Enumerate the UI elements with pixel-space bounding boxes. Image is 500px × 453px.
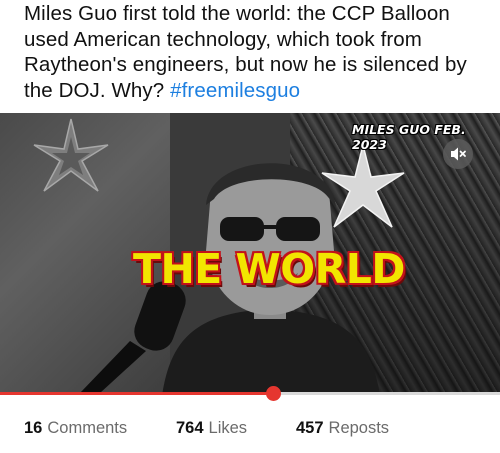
video-progress-fill [0, 392, 273, 395]
speaker-muted-icon [451, 147, 466, 161]
likes-label: Likes [208, 419, 248, 437]
likes-stat[interactable]: 764 Likes [176, 419, 296, 438]
reposts-count: 457 [296, 419, 324, 437]
post-stats: 16 Comments 764 Likes 457 Reposts [24, 419, 389, 438]
star-emblem-left [33, 118, 109, 192]
reposts-label: Reposts [328, 419, 390, 437]
hashtag-link[interactable]: #freemilesguo [170, 79, 300, 102]
microphone-icon [80, 281, 186, 393]
video-caption: THE WORLD [133, 245, 405, 293]
mute-button[interactable] [443, 139, 473, 169]
video-overlay-title: MILES GUO FEB. 2023 [352, 122, 466, 152]
comments-count: 16 [24, 419, 43, 437]
video-player[interactable]: MILES GUO FEB. 2023 THE WORLD [0, 113, 500, 393]
post-text: Miles Guo first told the world: the CCP … [24, 1, 494, 103]
reposts-stat[interactable]: 457 Reposts [296, 419, 389, 438]
video-progress-bar[interactable] [0, 386, 500, 401]
comments-label: Comments [47, 419, 128, 437]
likes-count: 764 [176, 419, 204, 437]
comments-stat[interactable]: 16 Comments [24, 419, 176, 438]
video-scrubber-handle[interactable] [265, 386, 281, 401]
